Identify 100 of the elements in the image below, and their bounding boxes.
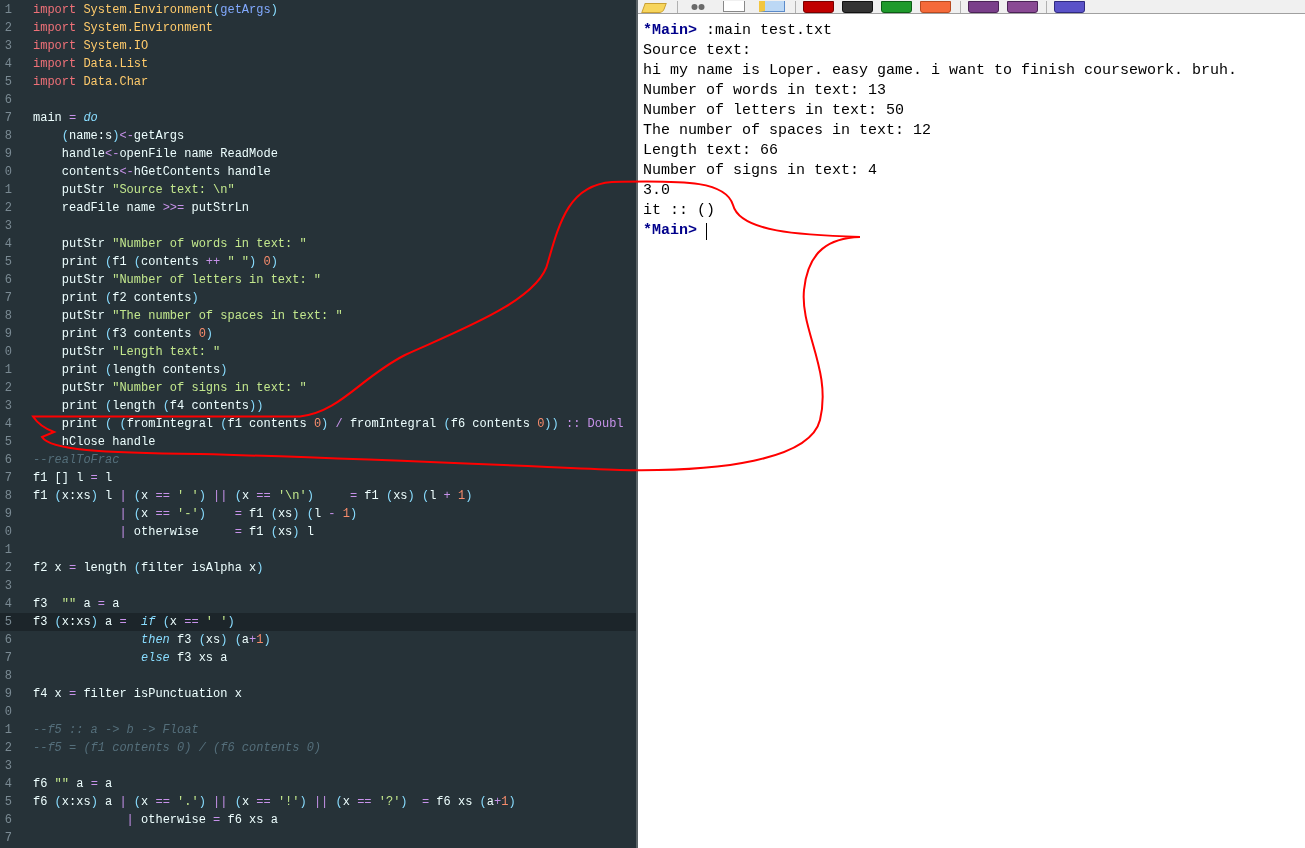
code-line: print (f1 (contents ++ " ") 0) [60, 254, 278, 271]
line-number: 7 [3, 470, 12, 487]
code-line: --f5 :: a -> b -> Float [33, 722, 199, 739]
code-line: import Data.List [33, 56, 149, 73]
code-line: putStr "Length text: " [60, 344, 221, 361]
line-number: 4 [3, 56, 12, 73]
output-line: Number of words in text: 13 [643, 81, 887, 101]
code-line: putStr "Source text: \n" [60, 182, 235, 199]
code-line: putStr "Number of words in text: " [60, 236, 307, 253]
line-number: 4 [3, 236, 12, 253]
line-number: 8 [3, 128, 12, 145]
code-line: --realToFrac [33, 452, 120, 469]
code-line: f6 "" a = a [33, 776, 113, 793]
line-number: 1 [3, 182, 12, 199]
line-number: 3 [3, 218, 12, 235]
line-number: 1 [3, 722, 12, 739]
line-number: 6 [3, 452, 12, 469]
code-line: import System.IO [33, 38, 149, 55]
code-line: main = do [33, 110, 98, 127]
output-line: Number of letters in text: 50 [643, 101, 905, 121]
code-line: handle<-openFile name ReadMode [60, 146, 278, 163]
line-number: 2 [3, 560, 12, 577]
line-number: 3 [3, 38, 12, 55]
code-line: print ( (fromIntegral (f1 contents 0) / fromIntegral (f6 contents 0)) :: Doubl [60, 416, 624, 433]
line-number: 5 [3, 74, 12, 91]
code-line: else f3 xs a [140, 650, 228, 667]
output-line: 3.0 [643, 181, 670, 201]
line-number: 1 [3, 542, 12, 559]
code-line: putStr "Number of signs in text: " [60, 380, 307, 397]
line-number: 0 [3, 344, 12, 361]
line-number: 0 [3, 704, 12, 721]
line-number: 0 [3, 524, 12, 541]
code-line: f1 (x:xs) l | (x == ' ') || (x == '\n') = f1 (xs) (l + 1) [33, 488, 473, 505]
toolbar-button[interactable] [920, 1, 951, 13]
command-text: :main test.txt [706, 21, 833, 41]
output-line: Source text: [643, 41, 752, 61]
line-number: 5 [3, 614, 12, 631]
line-number: 9 [3, 326, 12, 343]
scissors-icon[interactable] [691, 4, 705, 12]
code-line: print (f2 contents) [60, 290, 199, 307]
toolbar-button[interactable] [1007, 1, 1038, 13]
output-line: it :: () [643, 201, 715, 221]
folder-icon[interactable] [641, 3, 667, 13]
prompt-label: *Main> [643, 221, 697, 241]
clipboard-icon[interactable] [759, 1, 785, 12]
line-number: 9 [3, 686, 12, 703]
line-number: 6 [3, 92, 12, 109]
line-number: 4 [3, 596, 12, 613]
code-line: contents<-hGetContents handle [60, 164, 271, 181]
line-number: 0 [3, 164, 12, 181]
code-line: hClose handle [60, 434, 156, 451]
toolbar-button[interactable] [1054, 1, 1085, 13]
line-number: 8 [3, 488, 12, 505]
line-number: 6 [3, 272, 12, 289]
line-number: 5 [3, 434, 12, 451]
output-line: Length text: 66 [643, 141, 779, 161]
code-line: f1 [] l = l [33, 470, 113, 487]
line-number: 4 [3, 416, 12, 433]
prompt-label: *Main> [643, 21, 697, 41]
code-line: | otherwise = f6 xs a [125, 812, 278, 829]
code-line: putStr "The number of spaces in text: " [60, 308, 343, 325]
line-number: 6 [3, 812, 12, 829]
toolbar-button[interactable] [803, 1, 834, 13]
toolbar-button[interactable] [968, 1, 999, 13]
code-line: f4 x = filter isPunctuation x [33, 686, 242, 703]
code-line: print (length contents) [60, 362, 228, 379]
line-number: 5 [3, 254, 12, 271]
line-number: 7 [3, 830, 12, 847]
line-number: 3 [3, 758, 12, 775]
code-line: print (f3 contents 0) [60, 326, 214, 343]
line-number: 7 [3, 650, 12, 667]
line-number: 8 [3, 308, 12, 325]
code-line: then f3 (xs) (a+1) [140, 632, 271, 649]
line-number: 2 [3, 200, 12, 217]
line-number: 5 [3, 794, 12, 811]
code-line: | otherwise = f1 (xs) l [118, 524, 314, 541]
line-number: 3 [3, 398, 12, 415]
code-line: f6 (x:xs) a | (x == '.') || (x == '!') || (x == '?') = f6 xs (a+1) [33, 794, 516, 811]
code-line: --f5 = (f1 contents 0) / (f6 contents 0) [33, 740, 322, 757]
code-line: print (length (f4 contents)) [60, 398, 264, 415]
line-number: 6 [3, 632, 12, 649]
line-number: 1 [3, 2, 12, 19]
toolbar-button[interactable] [881, 1, 912, 13]
line-number: 2 [3, 20, 12, 37]
pages-icon[interactable] [723, 1, 745, 12]
output-line: hi my name is Loper. easy game. i want to finish coursework. bruh. [643, 61, 1238, 81]
line-number: 2 [3, 380, 12, 397]
code-line: f3 "" a = a [33, 596, 120, 613]
line-number: 3 [3, 578, 12, 595]
toolbar-button[interactable] [842, 1, 873, 13]
line-number: 9 [3, 506, 12, 523]
code-line: (name:s)<-getArgs [60, 128, 185, 145]
code-line: f2 x = length (filter isAlpha x) [33, 560, 264, 577]
code-line: import System.Environment(getArgs) [33, 2, 278, 19]
line-number: 8 [3, 668, 12, 685]
line-number: 9 [3, 146, 12, 163]
line-number: 2 [3, 740, 12, 757]
code-line: putStr "Number of letters in text: " [60, 272, 322, 289]
code-line: import System.Environment [33, 20, 214, 37]
code-line: readFile name >>= putStrLn [60, 200, 250, 217]
